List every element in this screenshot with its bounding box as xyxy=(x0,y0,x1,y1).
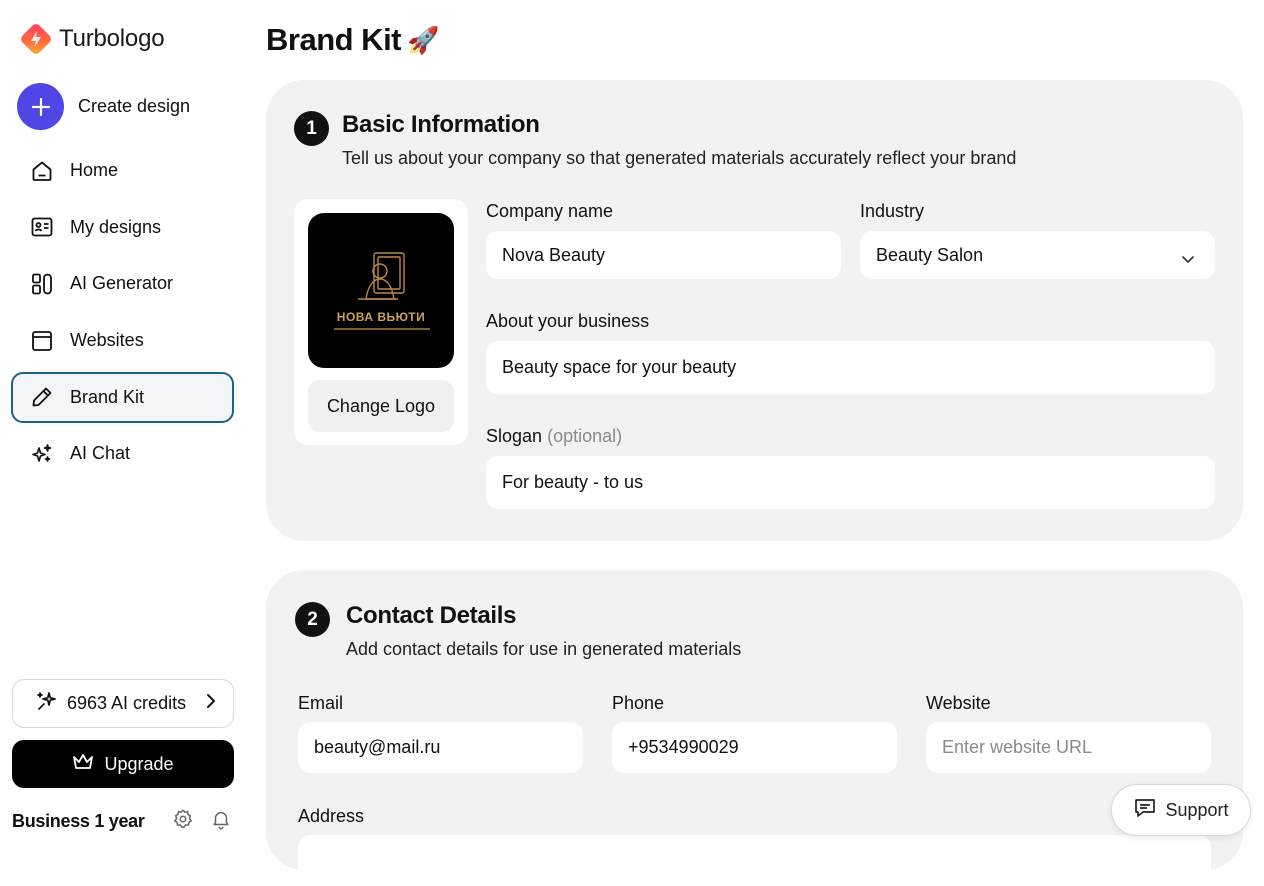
rocket-icon: 🚀 xyxy=(407,24,439,55)
crown-icon xyxy=(72,753,94,776)
sidebar-item-my-designs[interactable]: My designs xyxy=(11,202,234,253)
sidebar-item-label: AI Chat xyxy=(70,443,131,464)
id-card-icon xyxy=(30,215,54,239)
industry-select[interactable]: Beauty Salon xyxy=(860,231,1215,279)
step-number: 1 xyxy=(294,111,329,146)
phone-input[interactable] xyxy=(612,722,897,773)
section-subtitle: Tell us about your company so that gener… xyxy=(342,148,1017,168)
sidebar-item-ai-generator[interactable]: AI Generator xyxy=(11,258,234,309)
bell-icon[interactable] xyxy=(210,808,232,835)
optional-hint: (optional) xyxy=(547,426,623,446)
create-design-button[interactable]: Create design xyxy=(17,83,190,130)
sidebar-item-websites[interactable]: Websites xyxy=(11,315,234,366)
industry-value: Beauty Salon xyxy=(876,244,984,265)
about-business-label: About your business xyxy=(486,311,650,331)
step-number: 2 xyxy=(295,602,330,637)
support-button[interactable]: Support xyxy=(1111,784,1251,836)
email-input[interactable] xyxy=(298,722,583,773)
contact-details-section: 2 Contact Details Add contact details fo… xyxy=(266,570,1243,886)
change-logo-button[interactable]: Change Logo xyxy=(308,380,454,432)
slogan-input[interactable] xyxy=(486,456,1215,509)
sidebar-item-home[interactable]: Home xyxy=(11,145,234,196)
section-subtitle: Add contact details for use in generated… xyxy=(346,639,742,659)
plan-row: Business 1 year xyxy=(12,808,234,835)
sidebar-item-label: AI Generator xyxy=(70,273,174,294)
logo-text: НОВА ВЬЮТИ xyxy=(336,310,426,324)
brand-name: Turbologo xyxy=(59,25,165,52)
plan-label: Business 1 year xyxy=(12,811,145,831)
chat-bubble-icon xyxy=(1133,797,1157,824)
industry-label: Industry xyxy=(860,201,925,221)
plus-icon xyxy=(17,83,64,130)
sparkle-wand-icon xyxy=(35,689,59,718)
section-title: Contact Details xyxy=(346,602,517,629)
pen-icon xyxy=(30,385,54,409)
slogan-label: Slogan (optional) xyxy=(486,426,622,447)
slogan-label-text: Slogan xyxy=(486,426,543,446)
sidebar-nav: Home My designs AI Generator Websites Br… xyxy=(11,145,234,485)
brand-logo[interactable]: Turbologo xyxy=(19,22,165,56)
company-name-label: Company name xyxy=(486,201,614,221)
address-input[interactable] xyxy=(298,835,1211,886)
browser-window-icon xyxy=(30,329,54,353)
ai-credits-label: 6963 AI credits xyxy=(67,693,187,713)
section-title: Basic Information xyxy=(342,111,540,138)
layout-icon xyxy=(30,272,54,296)
chevron-right-icon xyxy=(205,693,217,714)
gear-icon[interactable] xyxy=(172,808,194,835)
upgrade-button[interactable]: Upgrade xyxy=(12,740,234,788)
home-icon xyxy=(30,159,54,183)
logo-tagline-line xyxy=(334,328,430,330)
company-logo-image: НОВА ВЬЮТИ xyxy=(308,213,454,368)
sidebar-item-label: Home xyxy=(70,160,119,180)
support-label: Support xyxy=(1165,799,1229,820)
chevron-down-icon xyxy=(1181,249,1195,270)
turbologo-logo-icon xyxy=(19,22,53,56)
company-name-input[interactable] xyxy=(486,231,841,279)
about-business-input[interactable] xyxy=(486,341,1215,394)
sidebar-item-label: Websites xyxy=(70,330,144,351)
upgrade-label: Upgrade xyxy=(104,753,174,774)
sparkles-icon xyxy=(30,442,54,466)
page-title: Brand Kit 🚀 xyxy=(266,22,439,58)
website-input[interactable] xyxy=(926,722,1211,773)
sidebar-item-label: Brand Kit xyxy=(70,386,145,407)
sidebar: Turbologo Create design Home My designs … xyxy=(0,0,246,848)
logo-panel: НОВА ВЬЮТИ Change Logo xyxy=(294,199,468,445)
website-label: Website xyxy=(926,693,991,713)
sidebar-item-ai-chat[interactable]: AI Chat xyxy=(11,428,234,479)
address-label: Address xyxy=(298,806,365,826)
create-design-label: Create design xyxy=(78,96,191,116)
basic-information-section: 1 Basic Information Tell us about your c… xyxy=(266,80,1243,541)
page-title-text: Brand Kit xyxy=(266,22,402,57)
sidebar-item-brand-kit[interactable]: Brand Kit xyxy=(11,371,234,423)
sidebar-item-label: My designs xyxy=(70,216,162,237)
phone-label: Phone xyxy=(612,693,665,713)
email-label: Email xyxy=(298,693,344,713)
ai-credits-button[interactable]: 6963 AI credits xyxy=(12,679,234,728)
